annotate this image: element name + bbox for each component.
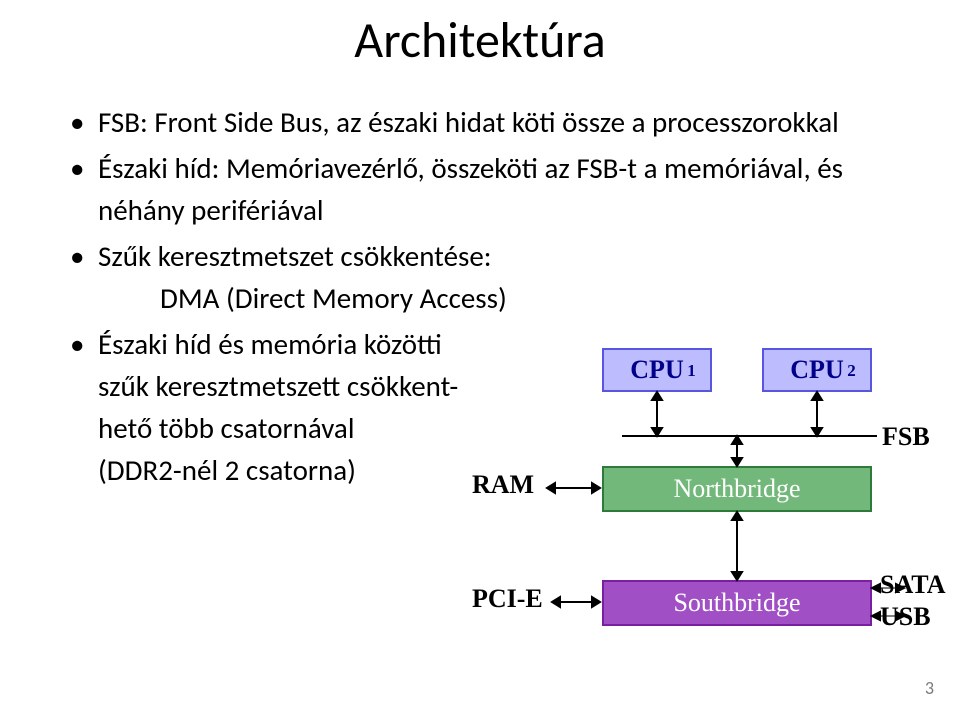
bullet-sub-dma: DMA (Direct Memory Access) [98,277,920,319]
bullet-item-bottleneck: Szűk keresztmetszet csökkentése: DMA (Di… [70,235,920,319]
bullet-item-memchannels-l3: hető több csatornával [98,410,354,446]
slide: Architektúra FSB: Front Side Bus, az ész… [0,0,960,713]
bullet-item-northbridge: Északi híd: Memóriavezérlő, összeköti az… [70,147,920,231]
bullet-item-memchannels-l1: Északi híd és memória közötti [98,326,442,362]
bullet-item-memchannels-l2: szűk keresztmetszett csökkent- [98,368,458,404]
architecture-diagram: CPU1 CPU2 Northbridge Southbridge RAM PC… [472,348,942,668]
bullet-item-fsb: FSB: Front Side Bus, az északi hidat köt… [70,101,920,143]
slide-title: Architektúra [40,10,920,71]
bullet-item-memchannels-l4: (DDR2-nél 2 csatorna) [98,452,356,488]
page-number: 3 [925,677,934,699]
bullet-item-bottleneck-text: Szűk keresztmetszet csökkentése: [98,238,492,274]
diagram-connectors [472,348,942,668]
